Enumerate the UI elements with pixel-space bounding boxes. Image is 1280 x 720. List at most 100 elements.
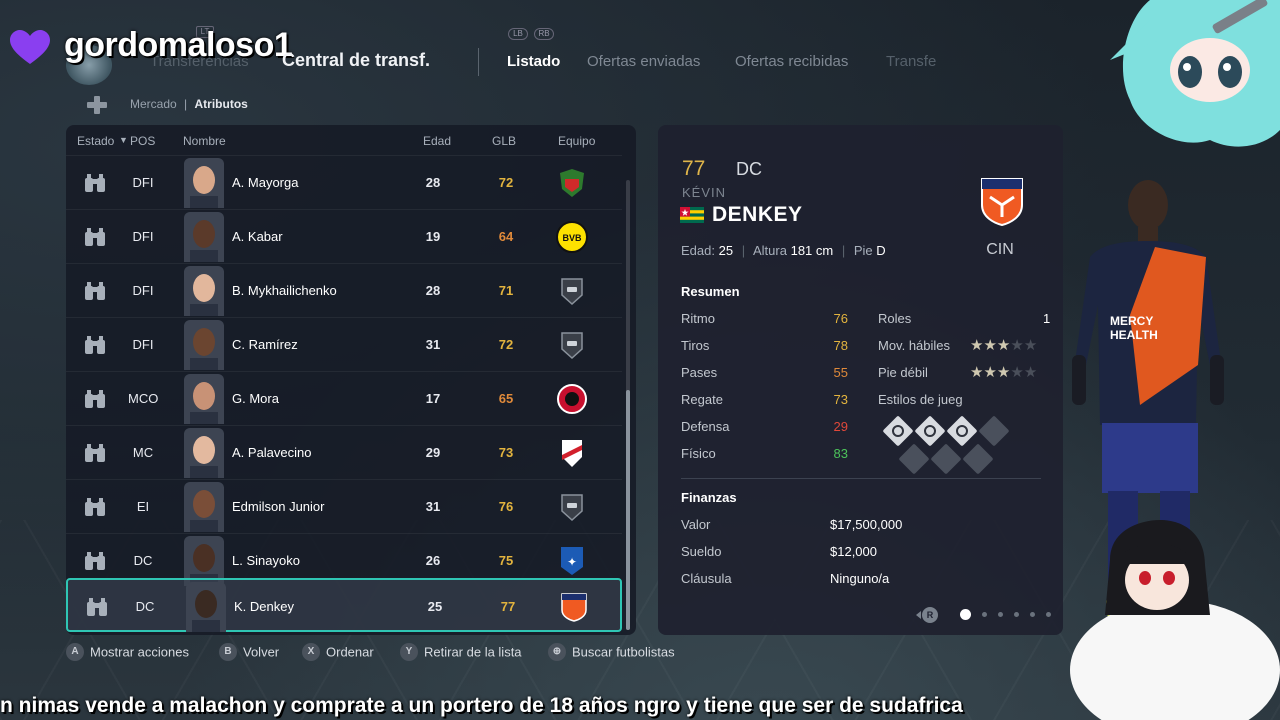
svg-text:BVB: BVB	[562, 233, 582, 243]
age-value: 25	[718, 243, 734, 258]
stat-value: 76	[833, 311, 848, 326]
table-row[interactable]: MCO G. Mora 17 65	[66, 371, 622, 425]
page-dot[interactable]	[1014, 612, 1019, 617]
stat-value: 83	[833, 446, 848, 461]
stat-label: Regate	[681, 392, 723, 407]
star-icon: ★	[996, 364, 1011, 381]
top-bar: LT Transferencias gordomaloso1 Central d…	[0, 0, 1280, 90]
controller-button-icon: Y	[400, 643, 418, 661]
row-overall: 73	[498, 445, 514, 460]
table-row[interactable]: DFI A. Mayorga 28 72	[66, 155, 622, 209]
player-face	[186, 582, 226, 632]
tab-divider	[478, 48, 479, 76]
generic-crest-icon	[556, 491, 588, 523]
section-divider	[681, 478, 1041, 479]
row-position: DFI	[132, 175, 154, 190]
tab-ofertas-enviadas[interactable]: Ofertas enviadas	[587, 53, 700, 70]
juarez-crest-icon	[556, 167, 588, 199]
hint-volver[interactable]: B Volver	[219, 643, 279, 661]
stat-value: 55	[833, 365, 848, 380]
col-pos[interactable]: POS	[130, 134, 155, 148]
hint-label: Ordenar	[326, 644, 374, 660]
row-overall: 72	[498, 337, 514, 352]
player-bio: Edad: 25 | Altura 181 cm | Pie D	[681, 243, 886, 258]
col-equipo[interactable]: Equipo	[558, 134, 595, 148]
page-dot[interactable]	[1030, 612, 1035, 617]
row-age: 31	[425, 337, 441, 352]
tab-transferencias-more[interactable]: Transfe	[886, 53, 936, 70]
playstyles-label: Estilos de jueg	[878, 392, 963, 407]
controller-button-icon: A	[66, 643, 84, 661]
row-overall: 65	[498, 391, 514, 406]
hint-mostrar-acciones[interactable]: A Mostrar acciones	[66, 643, 189, 661]
page-dot[interactable]	[998, 612, 1003, 617]
weak-foot-stars: ★★★★★	[970, 363, 1037, 381]
col-glb[interactable]: GLB	[492, 134, 516, 148]
finance-value: $17,500,000	[830, 517, 903, 532]
hint-retirar-de-la-lista[interactable]: Y Retirar de la lista	[400, 643, 522, 661]
stat-label: Defensa	[681, 419, 730, 434]
row-age: 31	[425, 499, 441, 514]
star-icon: ★	[983, 337, 997, 354]
roles-value: 1	[1043, 311, 1051, 326]
row-overall: 71	[498, 283, 514, 298]
stat-label: Físico	[681, 446, 716, 461]
tab-ofertas-recibidas[interactable]: Ofertas recibidas	[735, 53, 848, 70]
star-icon: ★	[1023, 337, 1038, 354]
transfer-list-panel: Estado ▼ POS Nombre Edad GLB Equipo DFI A…	[66, 125, 636, 635]
page-dot[interactable]	[1046, 612, 1051, 617]
row-name: A. Kabar	[232, 229, 283, 244]
playstyle-icon	[962, 443, 994, 475]
table-row[interactable]: DFI C. Ramírez 31 72	[66, 317, 622, 371]
tab-listado[interactable]: Listado	[507, 53, 560, 70]
playstyle-icon	[882, 415, 914, 447]
hint-label: Retirar de la lista	[424, 644, 522, 660]
player-first-name: KÉVIN	[682, 185, 727, 200]
list-header: Estado ▼ POS Nombre Edad GLB Equipo	[66, 125, 636, 155]
col-nombre[interactable]: Nombre	[183, 134, 226, 148]
row-position: DC	[135, 599, 155, 614]
hint-buscar-futbolistas[interactable]: ⊕ Buscar futbolistas	[548, 643, 675, 661]
roles-label: Roles	[878, 311, 912, 326]
table-row[interactable]: EI Edmilson Junior 31 76	[66, 479, 622, 533]
row-name: G. Mora	[232, 391, 279, 406]
table-row[interactable]: DFI A. Kabar 19 64 BVB	[66, 209, 622, 263]
weak-foot-label: Pie débil	[878, 365, 928, 380]
detail-pager[interactable]: R	[916, 607, 1051, 623]
player-face	[184, 374, 224, 424]
anime-character-overlay-top	[1110, 0, 1280, 147]
scrollbar-thumb[interactable]	[626, 390, 630, 630]
table-row[interactable]: MC A. Palavecino 29 73	[66, 425, 622, 479]
hint-label: Mostrar acciones	[90, 644, 189, 660]
player-last-name: DENKEY	[712, 203, 803, 226]
star-icon: ★	[1023, 364, 1038, 381]
stat-value: 78	[833, 338, 848, 353]
row-age: 19	[425, 229, 441, 244]
stat-value: 29	[833, 419, 848, 434]
row-name: A. Palavecino	[232, 445, 312, 460]
sort-down-icon: ▼	[119, 135, 128, 145]
pager-left-arrow-icon[interactable]	[916, 611, 921, 619]
table-row[interactable]: DC K. Denkey 25 77	[66, 578, 622, 632]
player-face	[184, 320, 224, 370]
breadcrumb-atributos[interactable]: Atributos	[195, 97, 248, 111]
page-dot[interactable]	[960, 609, 971, 620]
skill-moves-stars: ★★★★★	[970, 336, 1037, 354]
list-scrollbar[interactable]	[626, 180, 630, 630]
playstyle-icon	[946, 415, 978, 447]
generic-crest-icon	[556, 275, 588, 307]
lb-button-icon: LB	[508, 28, 528, 40]
breadcrumb-mercado[interactable]: Mercado	[130, 97, 177, 111]
page-dot[interactable]	[982, 612, 987, 617]
row-position: MC	[132, 445, 154, 460]
table-row[interactable]: DFI B. Mykhailichenko 28 71	[66, 263, 622, 317]
row-position: DFI	[132, 337, 154, 352]
binoculars-icon	[84, 173, 106, 193]
player-face	[184, 266, 224, 316]
binoculars-icon	[84, 389, 106, 409]
row-name: K. Denkey	[234, 599, 294, 614]
tab-central-de-transf[interactable]: Central de transf.	[282, 50, 430, 71]
col-estado[interactable]: Estado	[77, 134, 114, 148]
col-edad[interactable]: Edad	[423, 134, 451, 148]
hint-ordenar[interactable]: X Ordenar	[302, 643, 374, 661]
